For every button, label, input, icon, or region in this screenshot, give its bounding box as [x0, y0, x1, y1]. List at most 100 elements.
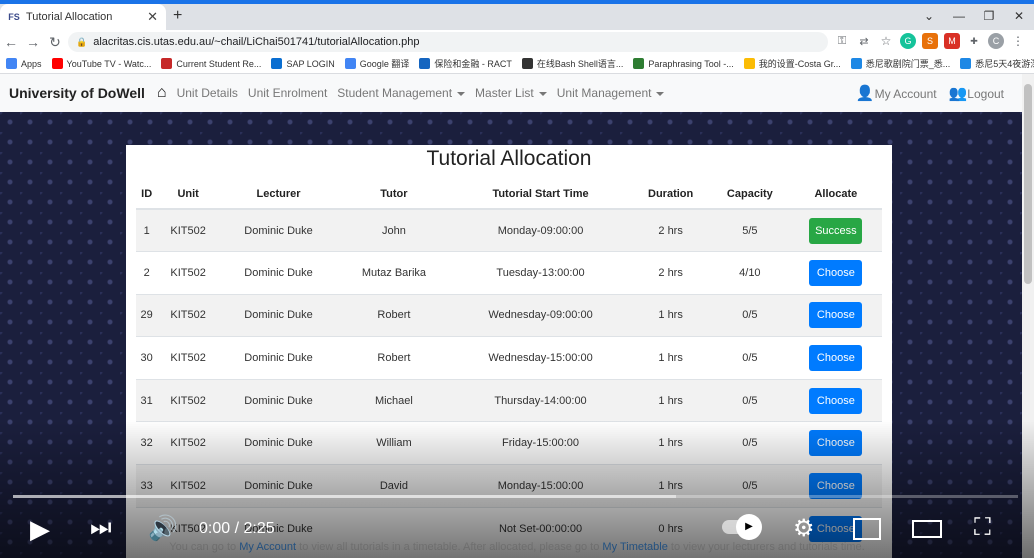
bookmark-item[interactable]: 我的设置-Costa Gr...: [743, 57, 841, 70]
cell-allocate: Choose: [789, 464, 882, 508]
nav-link[interactable]: Master List: [475, 86, 547, 100]
back-icon[interactable]: ←: [0, 34, 22, 50]
nav-link-label: Unit Details: [176, 86, 238, 100]
my-account-link[interactable]: 👤My Account: [856, 84, 937, 102]
bookmark-item[interactable]: Google 翻译: [344, 57, 409, 70]
page-title: Tutorial Allocation: [426, 147, 592, 170]
reload-icon[interactable]: ↻: [44, 34, 66, 51]
chevron-down-icon[interactable]: ⌄: [914, 4, 944, 30]
bookmark-label: 悉尼5天4夜游深度...: [975, 59, 1034, 69]
translate-icon[interactable]: ⇄: [856, 33, 872, 49]
nav-link[interactable]: Student Management: [337, 86, 466, 100]
logout-label: Logout: [967, 87, 1004, 101]
address-bar-row: ← → ↻ 🔒 alacritas.cis.utas.edu.au/~chail…: [0, 30, 1034, 54]
grammarly-icon[interactable]: G: [900, 33, 916, 49]
play-icon[interactable]: ▶: [30, 514, 50, 545]
extension-m-icon[interactable]: M: [944, 33, 960, 49]
choose-button[interactable]: Choose: [809, 387, 863, 414]
bookmark-item[interactable]: YouTube TV - Watc...: [51, 58, 151, 69]
tab-bar: FS Tutorial Allocation ✕ + ⌄ — ❐ ✕: [0, 4, 1034, 30]
bookmark-item[interactable]: SAP LOGIN: [271, 58, 335, 69]
bookmark-item[interactable]: 在线Bash Shell语言...: [521, 57, 623, 70]
choose-button[interactable]: Choose: [809, 345, 863, 372]
cell-capacity: 0/5: [709, 293, 790, 337]
bookmark-item[interactable]: Apps: [6, 58, 42, 69]
home-icon[interactable]: ⌂: [157, 84, 167, 102]
table-row: 33 KIT502 Dominic Duke David Monday-15:00:00…: [136, 464, 882, 508]
nav-link[interactable]: Unit Enrolment: [248, 86, 327, 100]
cell-id: 32: [136, 421, 158, 465]
success-button[interactable]: Success: [809, 217, 863, 244]
tab-close-icon[interactable]: ✕: [147, 9, 158, 25]
nav-link[interactable]: Unit Management: [557, 86, 665, 100]
column-header: Capacity: [709, 179, 790, 210]
cell-unit: KIT502: [157, 421, 219, 465]
cell-start: Monday-15:00:00: [449, 464, 632, 508]
cell-tutor: William: [338, 421, 450, 465]
bookmark-item[interactable]: Paraphrasing Tool -...: [633, 58, 734, 69]
cell-id: 1: [136, 208, 158, 252]
cell-unit: KIT502: [157, 464, 219, 508]
autoplay-toggle[interactable]: ▶: [722, 514, 762, 540]
star-icon[interactable]: ☆: [878, 33, 894, 49]
bookmark-icon: [6, 58, 17, 69]
bookmark-item[interactable]: 保险和金融 - RACT: [419, 57, 512, 70]
choose-button[interactable]: Choose: [809, 259, 863, 286]
settings-gear-icon[interactable]: ⚙: [793, 514, 815, 543]
cell-duration: 2 hrs: [631, 208, 710, 252]
menu-icon[interactable]: ⋮: [1010, 33, 1026, 49]
new-tab-icon[interactable]: +: [173, 7, 182, 25]
cell-lecturer: Dominic Duke: [218, 208, 339, 252]
table-row: 32 KIT502 Dominic Duke William Friday-15:00:…: [136, 421, 882, 465]
table-row: 1 KIT502 Dominic Duke John Monday-09:00:00 2 …: [136, 208, 882, 252]
table-row: 2 KIT502 Dominic Duke Mutaz Barika Tuesday-1…: [136, 251, 882, 295]
puzzle-icon[interactable]: ✚: [966, 33, 982, 49]
logout-link[interactable]: 👥Logout: [949, 84, 1004, 102]
key-icon[interactable]: ⚿: [834, 33, 850, 49]
bookmark-label: Apps: [21, 58, 42, 69]
cell-allocate: Choose: [789, 421, 882, 465]
bookmark-item[interactable]: 悉尼5天4夜游深度...: [960, 57, 1034, 70]
bookmark-item[interactable]: 悉尼歌剧院门票_悉...: [850, 57, 950, 70]
cell-lecturer: Dominic Duke: [218, 336, 339, 380]
users-icon: 👥: [948, 85, 968, 102]
nav-link-label: Student Management: [337, 86, 453, 100]
site-favicon-icon: FS: [8, 12, 20, 22]
video-buffer: [13, 495, 677, 498]
bookmark-item[interactable]: Current Student Re...: [161, 58, 261, 69]
next-icon[interactable]: ⏭: [90, 514, 112, 542]
site-navbar: University of DoWell ⌂ Unit Details Unit …: [0, 74, 1034, 112]
user-icon: 👤: [855, 85, 875, 102]
cell-allocate: Choose: [789, 378, 882, 422]
nav-links: Unit Details Unit Enrolment Student Manage…: [177, 86, 675, 100]
table-header-row: ID Unit Lecturer Tutor Tutorial Start Time Du…: [136, 179, 882, 210]
choose-button[interactable]: Choose: [809, 302, 863, 329]
restore-icon[interactable]: ❐: [974, 4, 1004, 30]
choose-button[interactable]: Choose: [809, 430, 863, 457]
bookmark-label: 我的设置-Costa Gr...: [758, 59, 841, 69]
extension-sc-icon[interactable]: S: [922, 33, 938, 49]
browser-tab[interactable]: FS Tutorial Allocation ✕: [0, 4, 166, 30]
cell-lecturer: Dominic Duke: [218, 421, 339, 465]
cell-duration: 1 hrs: [631, 378, 710, 422]
cell-lecturer: Dominic Duke: [218, 378, 339, 422]
url-input[interactable]: 🔒 alacritas.cis.utas.edu.au/~chail/LiCha…: [68, 32, 828, 52]
minimize-icon[interactable]: —: [944, 4, 974, 30]
theater-mode-icon[interactable]: [912, 520, 942, 538]
miniplayer-icon[interactable]: [853, 518, 881, 540]
volume-icon[interactable]: 🔊: [148, 514, 178, 543]
scrollbar-thumb[interactable]: [1024, 84, 1032, 284]
caret-down-icon: [656, 91, 665, 96]
close-window-icon[interactable]: ✕: [1004, 4, 1034, 30]
profile-avatar[interactable]: C: [988, 33, 1004, 49]
video-progress-bar[interactable]: [13, 495, 1018, 498]
cell-allocate: Choose: [789, 336, 882, 380]
cell-duration: 1 hrs: [631, 336, 710, 380]
site-brand[interactable]: University of DoWell: [9, 85, 145, 101]
cell-start: Tuesday-13:00:00: [449, 251, 632, 295]
nav-link[interactable]: Unit Details: [177, 86, 238, 100]
scrollbar[interactable]: [1022, 74, 1034, 558]
fullscreen-icon[interactable]: ⛶: [974, 514, 991, 542]
cell-lecturer: Dominic Duke: [218, 293, 339, 337]
forward-icon[interactable]: →: [22, 34, 44, 50]
